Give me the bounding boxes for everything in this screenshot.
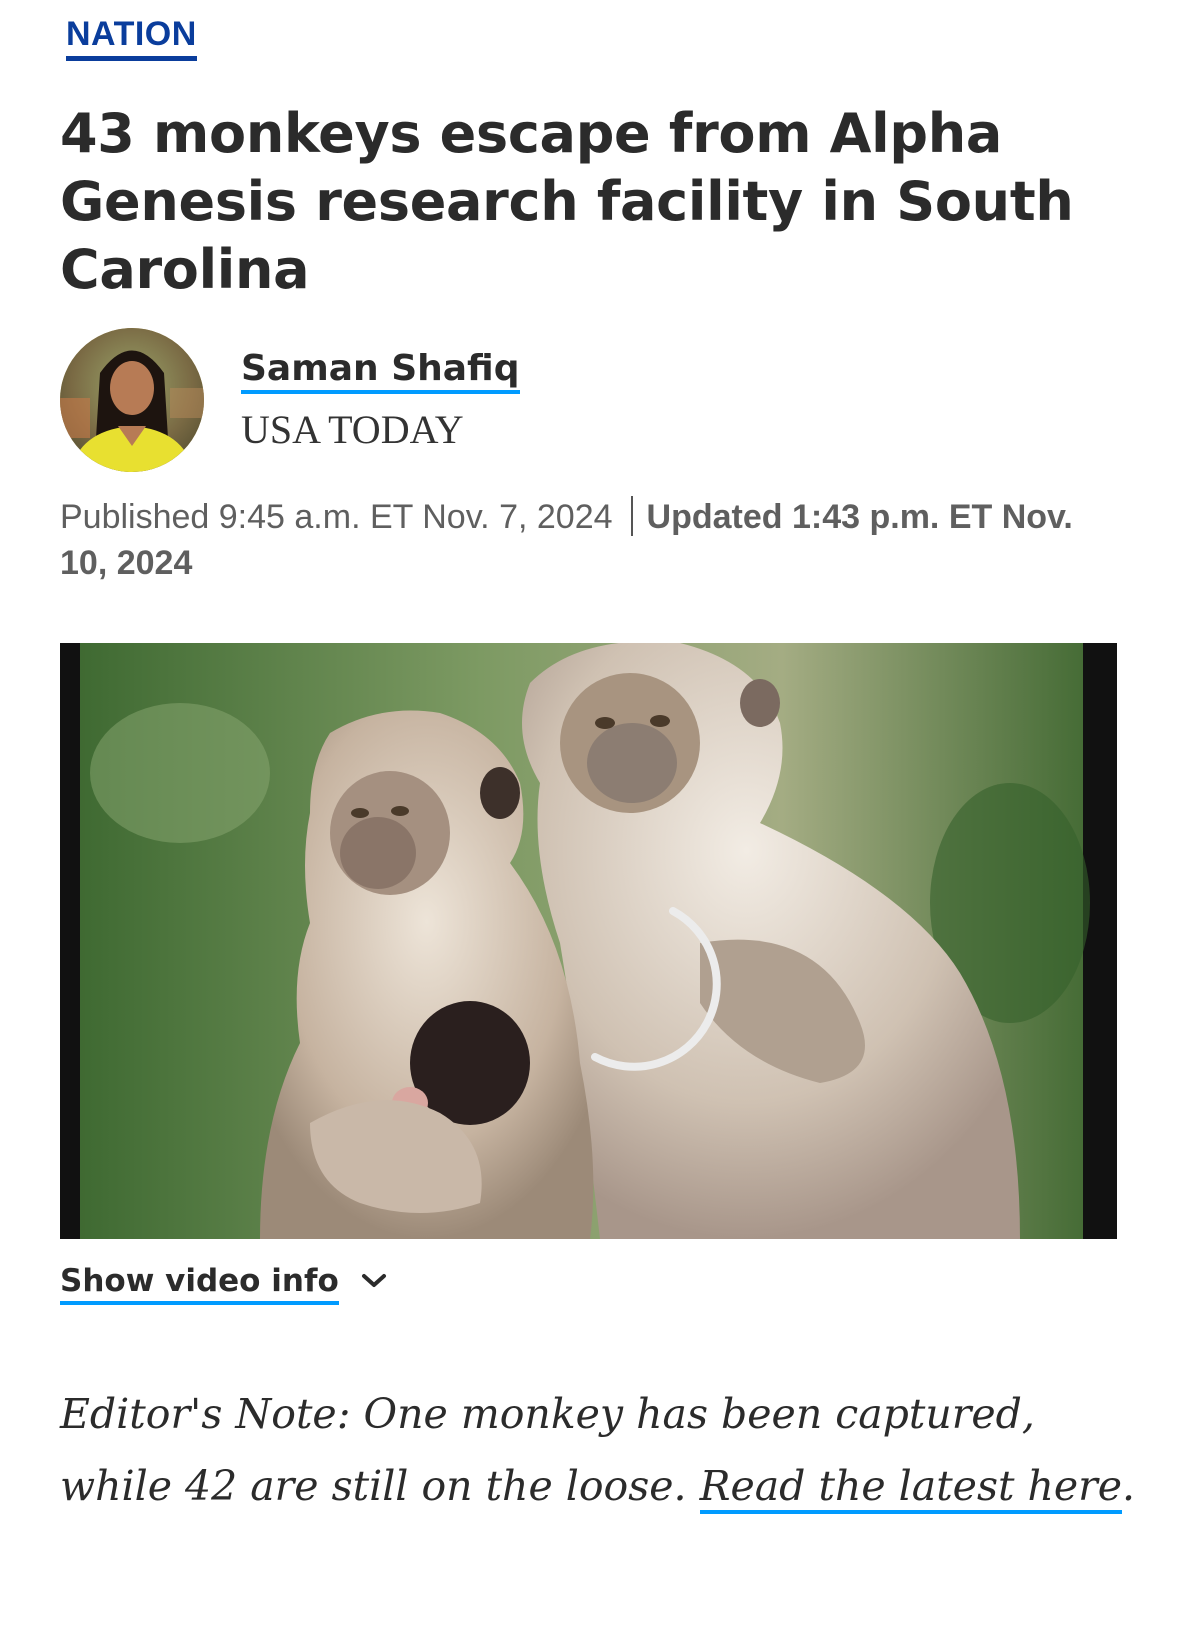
show-video-info-toggle[interactable]: Show video info <box>60 1262 387 1305</box>
article-headline: 43 monkeys escape from Alpha Genesis res… <box>60 102 1074 301</box>
dateline: Published 9:45 a.m. ET Nov. 7, 2024 Updat… <box>60 494 1120 586</box>
video-player[interactable] <box>60 643 1117 1239</box>
author-name-link[interactable]: Saman Shafiq <box>241 348 520 394</box>
author-avatar[interactable] <box>60 328 204 472</box>
author-organization: USA TODAY <box>241 407 464 452</box>
video-thumbnail <box>60 643 1117 1239</box>
section-link-nation[interactable]: NATION <box>66 14 197 61</box>
chevron-down-icon <box>361 1273 386 1287</box>
published-time: Published 9:45 a.m. ET Nov. 7, 2024 <box>60 498 613 536</box>
editors-note-period: . <box>1122 1462 1136 1510</box>
show-video-info-label: Show video info <box>60 1262 339 1305</box>
editors-note: Editor's Note: One monkey has been captu… <box>60 1378 1140 1522</box>
dateline-divider <box>630 496 633 536</box>
read-the-latest-link[interactable]: Read the latest here <box>699 1462 1123 1514</box>
